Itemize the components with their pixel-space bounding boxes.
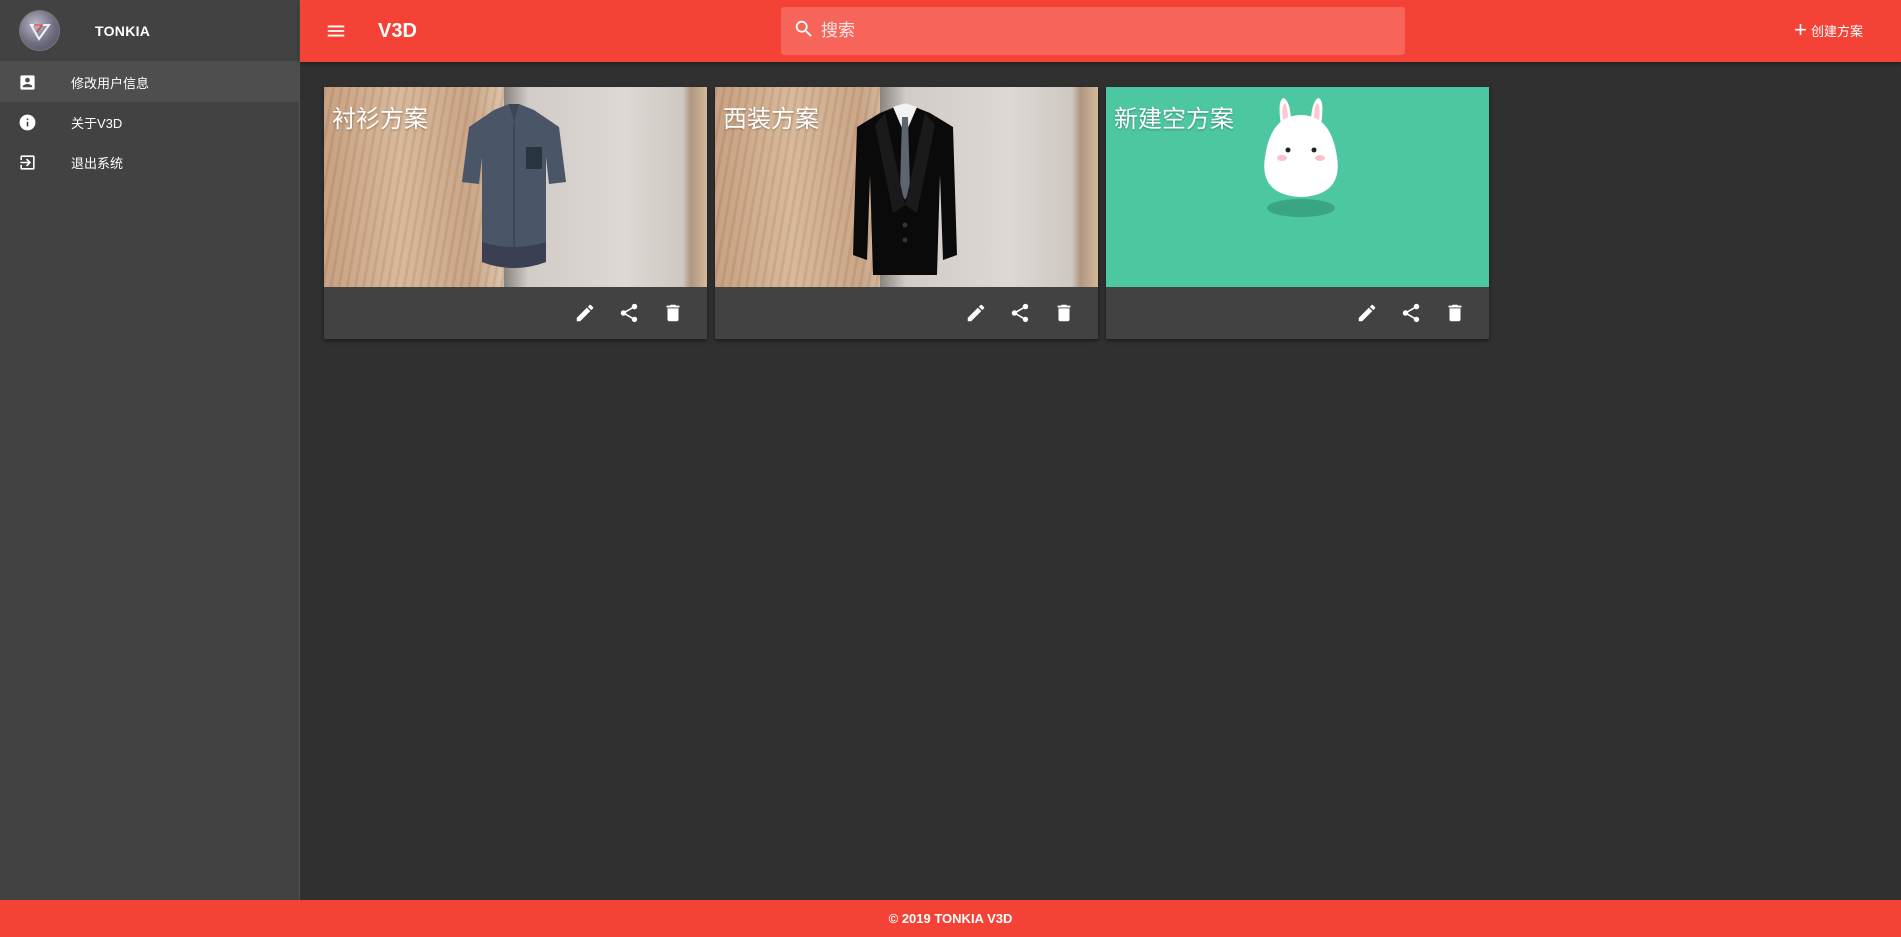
plus-icon: + bbox=[1794, 17, 1807, 42]
plan-card[interactable]: 新建空方案 bbox=[1106, 87, 1489, 339]
bunny-image bbox=[1264, 98, 1338, 217]
sidebar-item-label: 关于V3D bbox=[71, 115, 123, 131]
card-title: 西装方案 bbox=[723, 106, 819, 133]
sidebar-item-edit-profile[interactable]: 修改用户信息 bbox=[0, 62, 299, 102]
search-icon bbox=[793, 18, 815, 45]
create-plan-label: 创建方案 bbox=[1810, 23, 1863, 39]
card-actions bbox=[324, 287, 707, 339]
username: TONKIA bbox=[95, 22, 151, 39]
info-icon bbox=[18, 113, 37, 132]
shirt-image bbox=[462, 104, 566, 268]
edit-icon[interactable] bbox=[954, 291, 998, 335]
search-bar[interactable] bbox=[781, 7, 1405, 55]
account-box-icon bbox=[18, 73, 37, 92]
card-title: 新建空方案 bbox=[1114, 106, 1234, 133]
avatar[interactable] bbox=[19, 10, 60, 51]
sidebar-header: TONKIA bbox=[0, 0, 299, 62]
share-icon[interactable] bbox=[607, 291, 651, 335]
sidebar-item-logout[interactable]: 退出系统 bbox=[0, 142, 299, 182]
create-plan-button[interactable]: + 创建方案 bbox=[1794, 19, 1863, 41]
card-title: 衬衫方案 bbox=[332, 106, 428, 133]
logo-icon bbox=[28, 23, 51, 41]
copyright-text: © 2019 TONKIA V3D bbox=[888, 911, 1013, 926]
edit-icon[interactable] bbox=[563, 291, 607, 335]
sidebar: TONKIA 修改用户信息 关于V3D 退出系统 bbox=[0, 0, 300, 900]
card-actions bbox=[1106, 287, 1489, 339]
share-icon[interactable] bbox=[998, 291, 1042, 335]
plan-card[interactable]: 衬衫方案 bbox=[324, 87, 707, 339]
delete-icon[interactable] bbox=[1433, 291, 1477, 335]
share-icon[interactable] bbox=[1389, 291, 1433, 335]
menu-icon[interactable] bbox=[324, 19, 348, 43]
card-actions bbox=[715, 287, 1098, 339]
sidebar-item-about[interactable]: 关于V3D bbox=[0, 102, 299, 142]
edit-icon[interactable] bbox=[1345, 291, 1389, 335]
suit-image bbox=[853, 103, 957, 275]
sidebar-item-label: 修改用户信息 bbox=[71, 75, 150, 91]
app-title: V3D bbox=[378, 19, 417, 42]
sidebar-item-label: 退出系统 bbox=[71, 155, 124, 171]
exit-icon bbox=[18, 153, 37, 172]
footer: © 2019 TONKIA V3D bbox=[0, 900, 1901, 937]
delete-icon[interactable] bbox=[651, 291, 695, 335]
plan-card[interactable]: 西装方案 bbox=[715, 87, 1098, 339]
search-input[interactable] bbox=[821, 21, 1381, 41]
delete-icon[interactable] bbox=[1042, 291, 1086, 335]
top-app-bar: V3D + 创建方案 bbox=[300, 0, 1901, 62]
